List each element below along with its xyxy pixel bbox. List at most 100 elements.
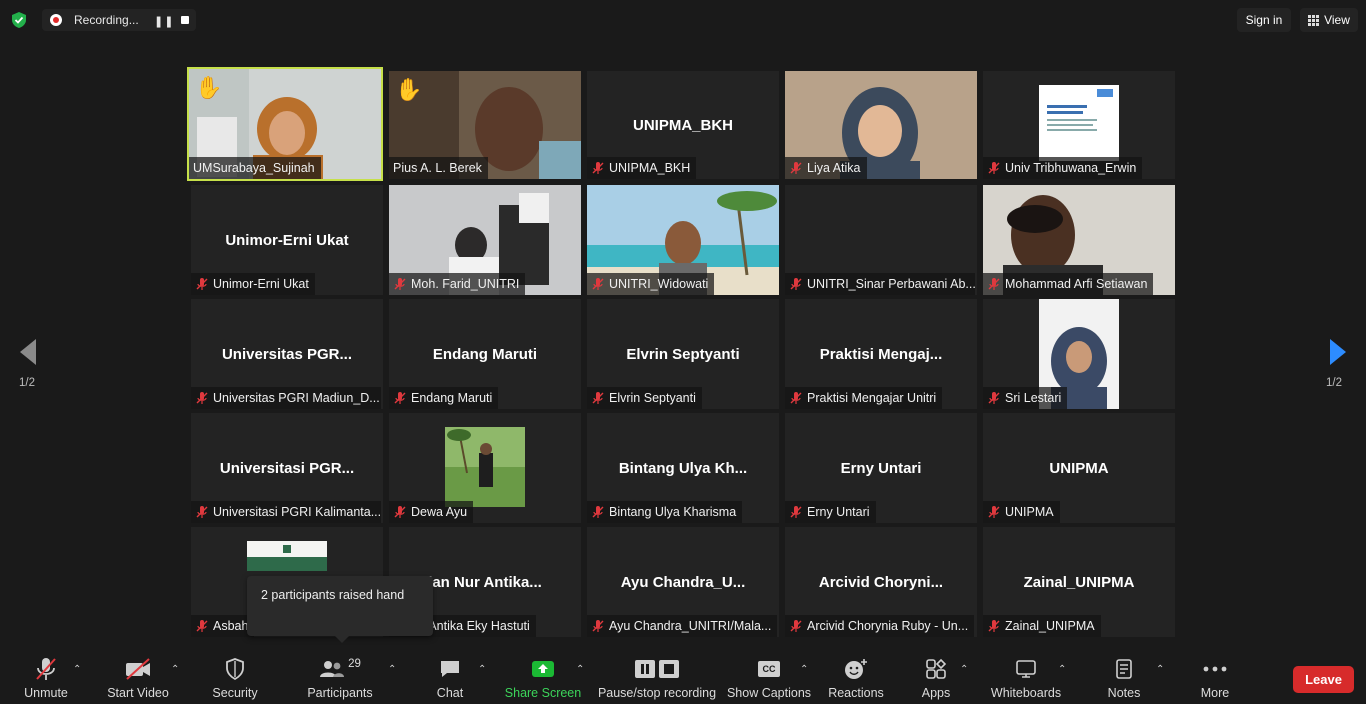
participant-tile[interactable]: Erny Untari Erny Untari (785, 413, 977, 523)
mic-muted-icon (988, 278, 1000, 290)
raised-hand-icon: ✋ (395, 77, 423, 102)
pause-recording-label: Pause/stop recording (597, 686, 717, 700)
participant-tile[interactable]: Unimor-Erni Ukat Unimor-Erni Ukat (191, 185, 383, 295)
mic-muted-icon (196, 392, 208, 404)
participant-tile[interactable]: Ayu Chandra_U... Ayu Chandra_UNITRI/Mala… (587, 527, 779, 637)
participant-name-label: UNITRI_Widowati (587, 273, 715, 295)
mic-muted-icon (592, 620, 604, 632)
participant-tile[interactable]: Moh. Farid_UNITRI (389, 185, 581, 295)
more-icon (1203, 666, 1227, 672)
participants-button[interactable]: 29 Participants (304, 652, 376, 704)
whiteboard-icon (1016, 660, 1036, 678)
participant-tile[interactable]: Arcivid Chorynі... Arcivid Chorynia Ruby… (785, 527, 977, 637)
reactions-button[interactable]: Reactions (826, 652, 886, 704)
whiteboards-label: Whiteboards (990, 686, 1062, 700)
chat-label: Chat (436, 686, 464, 700)
participant-tile[interactable]: Sri Lestari (983, 299, 1175, 409)
audio-options-caret-icon[interactable]: ⌃ (73, 664, 81, 675)
participant-name-label: Ayu Chandra_UNITRI/Mala... (587, 615, 777, 637)
participant-name-label: Unimor-Erni Ukat (191, 273, 315, 295)
previous-page-button[interactable]: 1/2 (0, 300, 60, 400)
participant-name: Erny Untari (807, 505, 870, 519)
participant-name: Unimor-Erni Ukat (213, 277, 309, 291)
more-button[interactable]: More (1196, 652, 1234, 704)
participant-name-label: Asbah (191, 615, 255, 637)
mic-muted-icon (988, 620, 1000, 632)
share-screen-button[interactable]: Share Screen (505, 652, 581, 704)
mic-muted-icon (394, 392, 406, 404)
start-video-label: Start Video (107, 686, 169, 700)
share-options-caret-icon[interactable]: ⌃ (576, 664, 584, 675)
participant-name: Univ Tribhuwana_Erwin (1005, 161, 1137, 175)
participants-label: Participants (307, 686, 373, 700)
participant-tile[interactable]: Dewa Ayu (389, 413, 581, 523)
whiteboards-button[interactable]: Whiteboards (988, 652, 1064, 704)
grid-view-icon (1308, 14, 1320, 26)
participant-tile[interactable]: Endang Maruti Endang Maruti (389, 299, 581, 409)
view-button[interactable]: View (1300, 8, 1358, 32)
shield-icon[interactable] (10, 11, 28, 29)
participant-tile[interactable]: UNITRI_Sinar Perbawani Ab... (785, 185, 977, 295)
apps-options-caret-icon[interactable]: ⌃ (960, 664, 968, 675)
participant-tile[interactable]: Bintang Ulya Kh... Bintang Ulya Kharisma (587, 413, 779, 523)
participant-tile[interactable]: Praktisi Mengaj... Praktisi Mengajar Uni… (785, 299, 977, 409)
participant-tile[interactable]: ✋ Pius A. L. Berek (389, 71, 581, 179)
participant-name-label: Arcivid Chorynia Ruby - Un... (785, 615, 975, 637)
participant-name: UNIPMA (1005, 505, 1054, 519)
mic-muted-icon (394, 506, 406, 518)
unmute-button[interactable]: Unmute (18, 652, 74, 704)
raised-hand-tooltip: 2 participants raised hand (247, 576, 433, 643)
video-off-icon (126, 658, 150, 680)
recording-indicator: Recording... ❚❚ (42, 9, 196, 31)
start-video-button[interactable]: Start Video (104, 652, 172, 704)
notes-button[interactable]: Notes (1104, 652, 1144, 704)
participant-name: Moh. Farid_UNITRI (411, 277, 520, 291)
mic-muted-icon (790, 392, 802, 404)
notes-label: Notes (1107, 686, 1141, 700)
participant-name-label: Praktisi Mengajar Unitri (785, 387, 943, 409)
participant-tile[interactable]: UNIPMA_BKH UNIPMA_BKH (587, 71, 779, 179)
participant-tile[interactable]: UNITRI_Widowati (587, 185, 779, 295)
mic-muted-icon (196, 278, 208, 290)
participant-tile[interactable]: Liya Atika (785, 71, 977, 179)
page-indicator-right: 1/2 (1326, 377, 1342, 389)
participant-name: Sri Lestari (1005, 391, 1062, 405)
participant-tile[interactable]: Univ Tribhuwana_Erwin (983, 71, 1175, 179)
mic-muted-icon (394, 278, 406, 290)
notes-options-caret-icon[interactable]: ⌃ (1156, 664, 1164, 675)
participant-name-label: Erny Untari (785, 501, 876, 523)
stop-recording-icon[interactable] (181, 16, 189, 24)
apps-button[interactable]: Apps (916, 652, 956, 704)
next-page-button[interactable]: 1/2 (1306, 300, 1366, 400)
participant-tile[interactable]: Zainal_UNIPMA Zainal_UNIPMA (983, 527, 1175, 637)
mic-muted-icon (790, 278, 802, 290)
mic-muted-icon (988, 392, 1000, 404)
chat-options-caret-icon[interactable]: ⌃ (478, 664, 486, 675)
participant-tile[interactable]: Elvrin Septyanti Elvrin Septyanti (587, 299, 779, 409)
sign-in-button[interactable]: Sign in (1237, 8, 1291, 32)
participant-tile[interactable]: Universitas PGR... Universitas PGRI Madi… (191, 299, 383, 409)
participant-name-label: UMSurabaya_Sujinah (189, 157, 321, 179)
share-screen-label: Share Screen (504, 686, 582, 700)
participant-tile[interactable]: Universitasi PGR... Universitasi PGRI Ka… (191, 413, 383, 523)
chat-button[interactable]: Chat (430, 652, 470, 704)
participant-name-label: Dewa Ayu (389, 501, 474, 523)
participant-tile[interactable]: Mohammad Arfi Setiawan (983, 185, 1175, 295)
participants-icon (320, 661, 345, 677)
recording-dot-icon (50, 14, 62, 26)
video-options-caret-icon[interactable]: ⌃ (171, 664, 179, 675)
participant-name-label: Sri Lestari (983, 387, 1068, 409)
participant-tile[interactable]: UNIPMA UNIPMA (983, 413, 1175, 523)
captions-options-caret-icon[interactable]: ⌃ (800, 664, 808, 675)
participant-name: UNIPMA_BKH (609, 161, 691, 175)
security-button[interactable]: Security (208, 652, 262, 704)
participant-name-label: UNIPMA_BKH (587, 157, 697, 179)
participants-options-caret-icon[interactable]: ⌃ (388, 664, 396, 675)
page-indicator-left: 1/2 (19, 377, 35, 389)
pause-recording-icon[interactable]: ❚❚ (154, 15, 174, 28)
leave-button[interactable]: Leave (1293, 666, 1354, 693)
participant-tile[interactable]: ✋ UMSurabaya_Sujinah (187, 67, 383, 181)
whiteboards-options-caret-icon[interactable]: ⌃ (1058, 664, 1066, 675)
show-captions-button[interactable]: CC Show Captions (726, 652, 812, 704)
pause-stop-recording-button[interactable]: Pause/stop recording (598, 652, 716, 704)
